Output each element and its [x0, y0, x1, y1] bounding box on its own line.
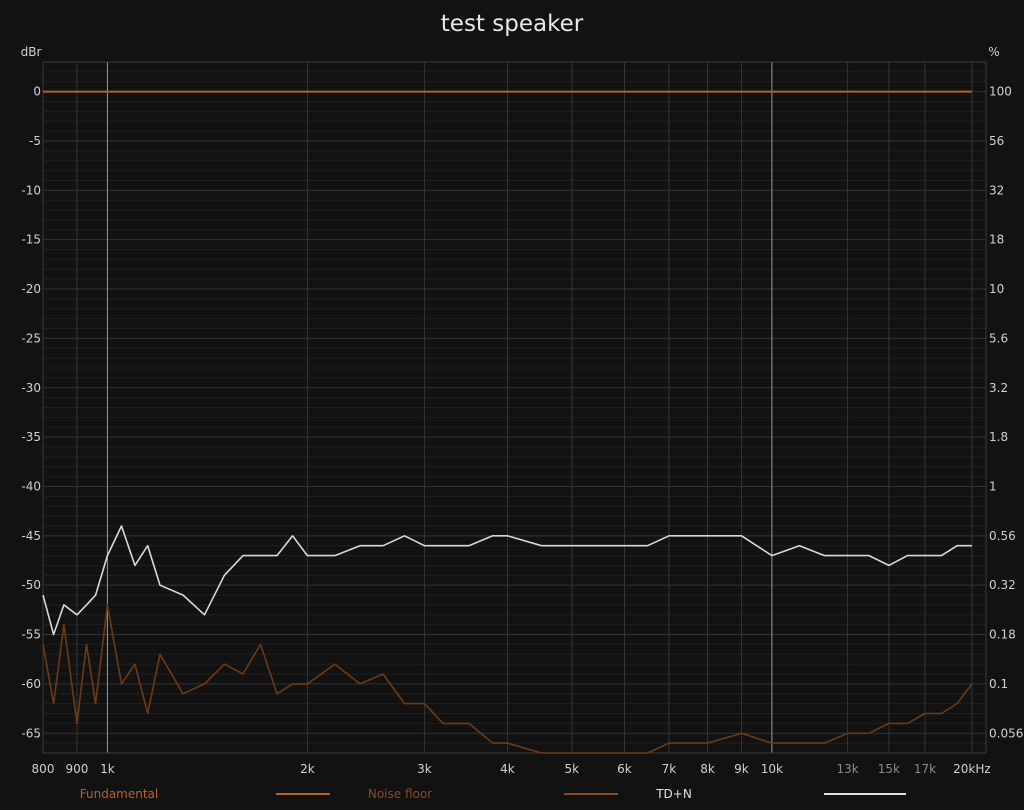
x-tick-label: 17k: [914, 762, 936, 776]
x-tick-label: 4k: [500, 762, 515, 776]
x-tick-label: 900: [66, 762, 89, 776]
left-axis-ticks: 0 -5 -10 -15 -20 -25 -30 -35 -40 -45 -50 -55 -60 -65: [21, 85, 41, 741]
right-y-tick-label: 10: [989, 282, 1004, 296]
left-y-tick-label: -35: [21, 430, 41, 444]
left-y-tick-label: -10: [21, 183, 41, 197]
left-y-tick-label: 0: [33, 85, 41, 99]
right-axis-ticks: 100 56 32 18 10 5.6 3.2 1.8 1 0.56 0.32 0.18 0.1 0.05…: [989, 85, 1023, 741]
right-y-tick-label: 3.2: [989, 381, 1008, 395]
x-tick-label: 13k: [836, 762, 858, 776]
x-tick-label: 1k: [100, 762, 115, 776]
right-y-tick-label: 100: [989, 85, 1012, 99]
left-y-tick-label: -50: [21, 578, 41, 592]
left-y-tick-label: -20: [21, 282, 41, 296]
x-tick-label: 9k: [734, 762, 749, 776]
left-y-tick-label: -65: [21, 726, 41, 740]
right-y-tick-label: 1: [989, 479, 997, 493]
legend: Fundamental Noise floor TD+N: [80, 787, 906, 801]
right-y-tick-label: 0.32: [989, 578, 1016, 592]
x-tick-label: 20kHz: [953, 762, 991, 776]
x-tick-label: 7k: [662, 762, 677, 776]
right-y-tick-label: 0.1: [989, 677, 1008, 691]
left-y-tick-label: -5: [29, 134, 41, 148]
right-y-tick-label: 32: [989, 183, 1004, 197]
x-axis-ticks: 800 900 1k 2k 3k 4k 5k 6k 7k 8k 9k 10k 13k 15k 17k 20kH…: [32, 762, 991, 776]
chart: test speaker dBr % 800 900 1k 2k 3k 4k 5k 6k 7k 8…: [21, 11, 1024, 801]
right-y-tick-label: 0.56: [989, 529, 1016, 543]
x-tick-label: 6k: [617, 762, 632, 776]
right-y-tick-label: 1.8: [989, 430, 1008, 444]
x-tick-label: 2k: [300, 762, 315, 776]
left-y-tick-label: -40: [21, 479, 41, 493]
left-y-tick-label: -45: [21, 529, 41, 543]
left-y-tick-label: -55: [21, 628, 41, 642]
right-y-tick-label: 0.18: [989, 628, 1016, 642]
x-tick-label: 10k: [761, 762, 783, 776]
legend-label: TD+N: [655, 787, 692, 801]
x-tick-label: 800: [32, 762, 55, 776]
left-axis-unit: dBr: [21, 45, 42, 59]
right-y-tick-label: 56: [989, 134, 1004, 148]
left-y-tick-label: -15: [21, 233, 41, 247]
grid: [42, 62, 986, 753]
legend-label: Noise floor: [368, 787, 432, 801]
legend-label: Fundamental: [80, 787, 159, 801]
chart-title: test speaker: [441, 11, 584, 37]
left-y-tick-label: -60: [21, 677, 41, 691]
x-tick-label: 5k: [565, 762, 580, 776]
right-axis-unit: %: [988, 45, 999, 59]
right-y-tick-label: 0.056: [989, 726, 1023, 740]
x-tick-label: 3k: [417, 762, 432, 776]
x-tick-label: 15k: [878, 762, 900, 776]
right-y-tick-label: 5.6: [989, 331, 1008, 345]
left-y-tick-label: -25: [21, 331, 41, 345]
left-y-tick-label: -30: [21, 381, 41, 395]
x-tick-label: 8k: [700, 762, 715, 776]
right-y-tick-label: 18: [989, 233, 1004, 247]
